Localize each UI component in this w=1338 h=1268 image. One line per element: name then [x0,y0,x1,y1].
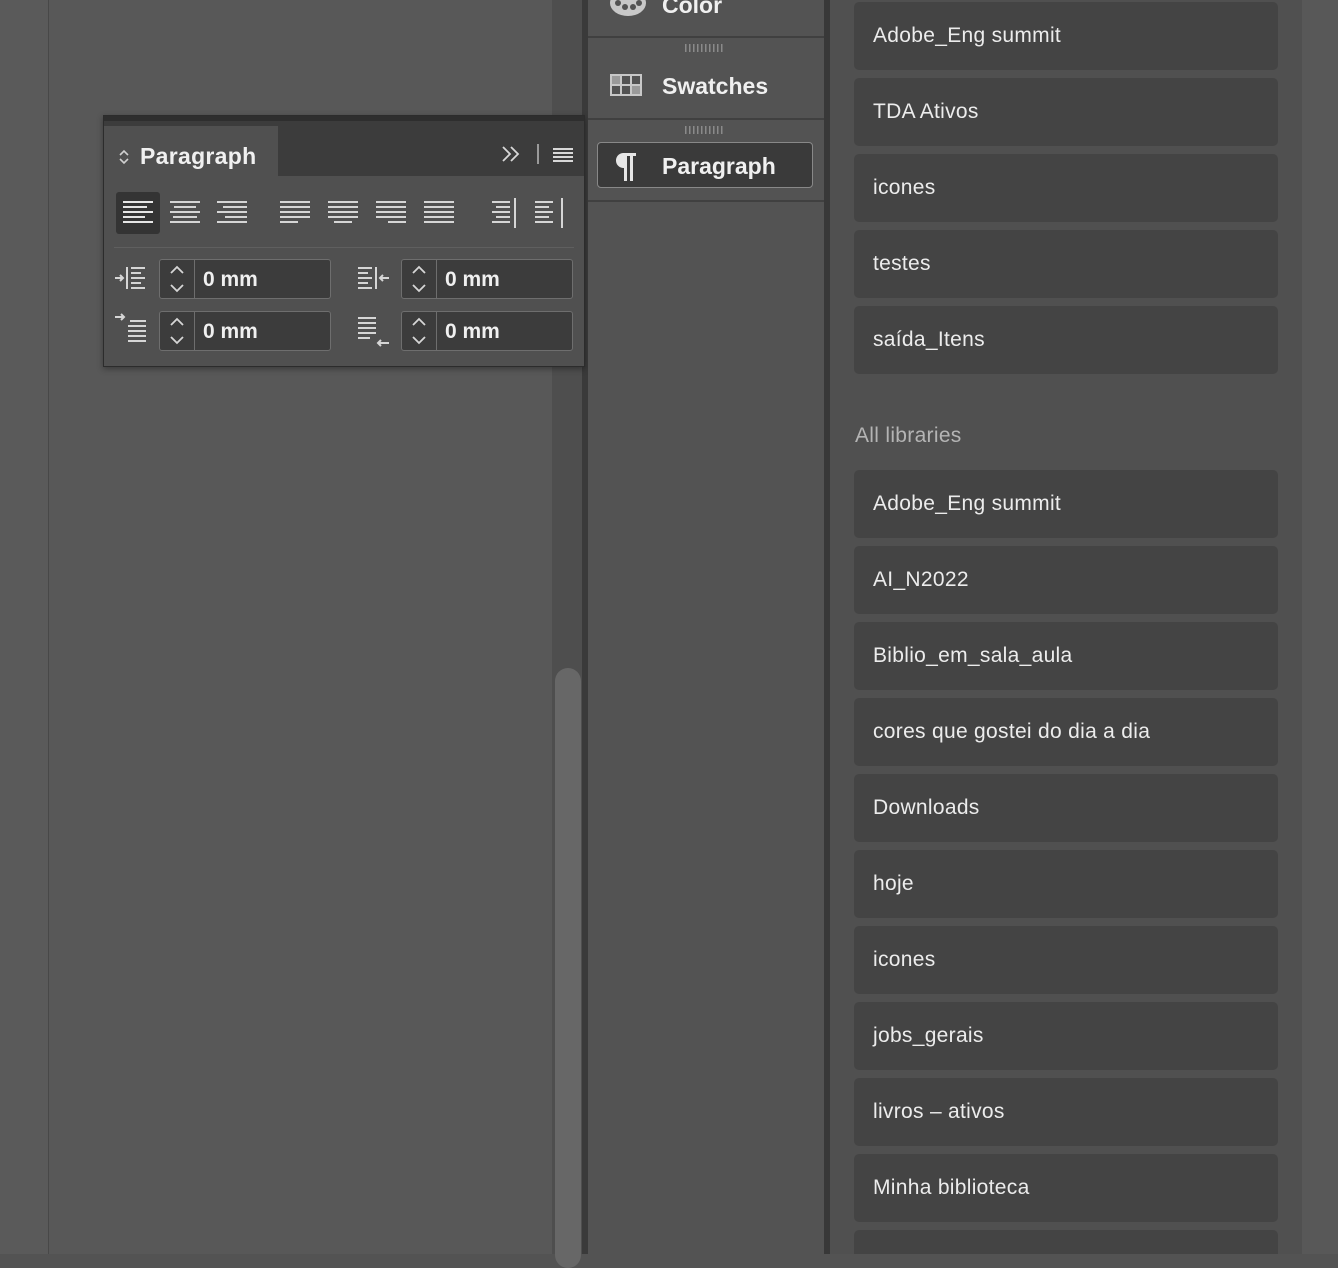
library-item[interactable]: hoje [854,850,1278,918]
align-center-icon [170,201,200,223]
dock-separator [588,200,824,202]
pilcrow-icon [615,153,636,181]
swatches-grid-icon [610,74,642,96]
justify-last-left-button[interactable] [273,192,317,234]
tabbar-separator [537,144,539,164]
justify-all-icon [424,201,454,223]
up-down-arrows-icon [412,265,426,293]
last-line-indent-field[interactable]: 0 mm [401,311,573,351]
right-indent-value: 0 mm [445,268,500,291]
dock-separator [588,36,824,38]
left-indent-value: 0 mm [203,268,258,291]
align-away-spine-icon [535,198,563,228]
first-line-indent-stepper-arrows[interactable] [160,312,195,350]
justify-last-center-button[interactable] [321,192,365,234]
last-line-indent-stepper-arrows[interactable] [402,312,437,350]
paragraph-panel: Paragraph 0 mm 0 mm 0 mm 0 mm [103,115,585,367]
justify-all-button[interactable] [417,192,461,234]
align-toward-spine-button[interactable] [481,192,525,234]
dock-swatches-label: Swatches [662,73,769,99]
dock-item-color[interactable]: Color [588,0,824,36]
justify-last-center-icon [328,201,358,223]
right-indent-icon [358,267,389,289]
left-canvas-margin [0,0,49,1254]
libraries-panel-edge [1302,0,1338,1254]
library-item-label: icones [873,176,936,199]
paragraph-tab[interactable]: Paragraph [104,126,278,181]
align-left-icon [123,201,153,223]
right-indent-field[interactable]: 0 mm [401,259,573,299]
canvas-scrollbar-thumb[interactable] [555,668,581,1268]
first-line-indent-icon [115,313,146,342]
drag-grip-icon[interactable] [685,44,725,52]
library-item[interactable]: cores que gostei do dia a dia [854,698,1278,766]
library-item[interactable]: testes [854,230,1278,298]
justify-last-right-icon [376,201,406,223]
panel-menu-icon[interactable] [553,148,573,162]
expand-collapse-icon[interactable] [118,148,130,166]
align-center-button[interactable] [163,192,207,234]
library-item-label: TDA Ativos [873,100,979,123]
library-item-label: saída_Itens [873,328,985,351]
left-indent-icon [115,267,145,289]
library-item[interactable]: icones [854,154,1278,222]
library-item-label: Adobe_Eng summit [873,24,1062,47]
library-item[interactable]: Minha biblioteca [854,1154,1278,1222]
right-indent-stepper-arrows[interactable] [402,260,437,298]
library-item-label: hoje [873,872,914,895]
all-libraries-heading: All libraries [855,424,962,447]
library-item-label: livros – ativos [873,1100,1005,1123]
paragraph-tab-title: Paragraph [140,143,257,169]
panel-divider-line [114,247,574,248]
justify-last-right-button[interactable] [369,192,413,234]
up-down-arrows-icon [170,317,184,345]
library-item[interactable]: Adobe_Eng summit [854,2,1278,70]
dock-paragraph-label: Paragraph [662,153,776,179]
library-item-label: jobs_gerais [873,1024,984,1047]
dock-item-swatches[interactable]: Swatches [588,60,824,116]
library-item[interactable]: Biblio_em_sala_aula [854,622,1278,690]
library-item-label: Minha biblioteca [873,1176,1030,1199]
collapse-panel-icon[interactable] [500,143,522,165]
library-item-label: Adobe_Eng summit [873,492,1062,515]
library-item-partial[interactable] [854,1230,1278,1254]
align-toward-spine-icon [492,198,516,228]
dock-color-label: Color [662,0,723,18]
library-item-label: testes [873,252,931,275]
library-item[interactable]: AI_N2022 [854,546,1278,614]
last-line-indent-icon [358,317,389,347]
library-item[interactable]: TDA Ativos [854,78,1278,146]
align-right-icon [217,201,247,223]
color-palette-icon [610,0,646,16]
justify-last-left-icon [280,201,310,223]
collapsed-panel-dock: Color Swatches Paragraph [588,0,825,1254]
library-item-label: AI_N2022 [873,568,969,591]
align-right-button[interactable] [210,192,254,234]
align-left-button[interactable] [116,192,160,234]
library-item[interactable]: icones [854,926,1278,994]
left-indent-stepper-arrows[interactable] [160,260,195,298]
up-down-arrows-icon [170,265,184,293]
library-item-label: Downloads [873,796,980,819]
last-line-indent-value: 0 mm [445,320,500,343]
library-item[interactable]: saída_Itens [854,306,1278,374]
up-down-arrows-icon [412,317,426,345]
dock-separator [588,118,824,120]
paragraph-panel-tabbar[interactable]: Paragraph [104,116,584,181]
align-away-spine-button[interactable] [528,192,572,234]
library-item[interactable]: Downloads [854,774,1278,842]
drag-grip-icon[interactable] [685,126,725,134]
first-line-indent-value: 0 mm [203,320,258,343]
library-item[interactable]: jobs_gerais [854,1002,1278,1070]
first-line-indent-field[interactable]: 0 mm [159,311,331,351]
library-item-label: cores que gostei do dia a dia [873,720,1151,743]
library-item[interactable]: Adobe_Eng summit [854,470,1278,538]
library-item-label: icones [873,948,936,971]
library-item[interactable]: livros – ativos [854,1078,1278,1146]
dock-item-paragraph[interactable]: Paragraph [597,142,813,188]
left-indent-field[interactable]: 0 mm [159,259,331,299]
library-item-label: Biblio_em_sala_aula [873,644,1073,667]
